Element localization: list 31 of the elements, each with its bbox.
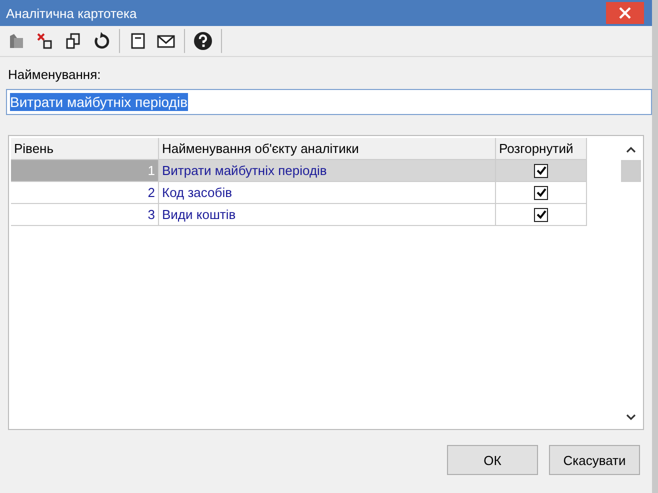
table-cell: Код засобів xyxy=(159,182,496,204)
field-label: Найменування: xyxy=(8,67,102,83)
close-button[interactable] xyxy=(606,2,644,24)
table-row[interactable]: 3 Види коштів xyxy=(11,204,621,226)
checkbox[interactable] xyxy=(534,208,548,222)
table-cell: Витрати майбутніх періодів xyxy=(159,160,496,182)
scroll-up-icon xyxy=(626,146,636,154)
table-cell: Види коштів xyxy=(159,204,496,226)
document-icon xyxy=(129,32,147,50)
help-icon xyxy=(193,31,213,51)
column-header[interactable]: Рівень xyxy=(11,138,159,160)
dialog-button[interactable]: ОК xyxy=(447,445,538,475)
folder-icon xyxy=(8,32,26,50)
scroll-thumb[interactable] xyxy=(621,160,641,182)
refresh-icon xyxy=(92,32,110,50)
table-cell: 2 xyxy=(11,182,159,204)
column-header[interactable]: Розгорнутий xyxy=(496,138,587,160)
table-cell: 3 xyxy=(11,204,159,226)
close-icon xyxy=(618,6,632,20)
table-row[interactable]: 1 Витрати майбутніх періодів xyxy=(11,160,621,182)
dialog-button[interactable]: Скасувати xyxy=(549,445,640,475)
delete-icon xyxy=(36,32,54,50)
table-cell: 1 xyxy=(11,160,159,182)
name-field[interactable]: Витрати майбутніх періодів xyxy=(6,89,652,115)
checkbox[interactable] xyxy=(534,164,548,178)
checkbox[interactable] xyxy=(534,186,548,200)
scroll-down-icon xyxy=(626,413,636,421)
copy-icon xyxy=(64,32,82,50)
column-header[interactable]: Найменування об'єкту аналітики xyxy=(159,138,496,160)
window-title: Аналітична картотека xyxy=(6,6,137,20)
table-row[interactable]: 2 Код засобів xyxy=(11,182,621,204)
